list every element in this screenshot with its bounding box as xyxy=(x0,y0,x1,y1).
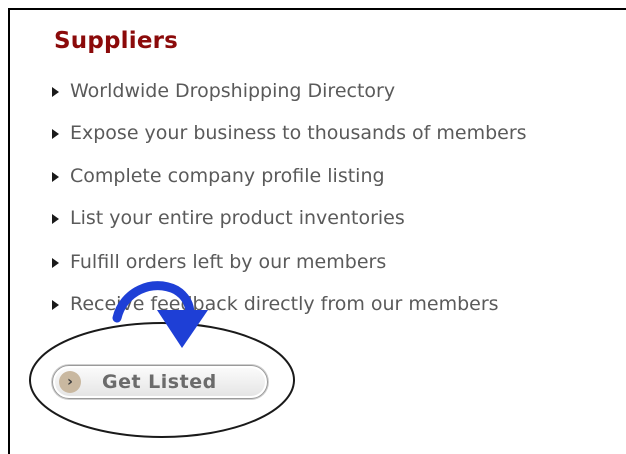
bullet-arrow-icon xyxy=(52,128,59,139)
bullet-arrow-icon xyxy=(52,171,59,182)
feature-item: Fulfill orders left by our members xyxy=(52,249,386,275)
bullet-arrow-icon xyxy=(52,213,59,224)
feature-item: Complete company profile listing xyxy=(52,163,385,189)
feature-text: Expose your business to thousands of mem… xyxy=(70,122,527,144)
feature-text: Worldwide Dropshipping Directory xyxy=(70,80,396,102)
feature-item: Worldwide Dropshipping Directory xyxy=(52,78,395,104)
feature-item: List your entire product inventories xyxy=(52,205,405,231)
bullet-arrow-icon xyxy=(52,257,59,268)
bullet-arrow-icon xyxy=(52,299,59,310)
chevron-right-icon: › xyxy=(59,371,81,393)
get-listed-label: Get Listed xyxy=(102,371,217,393)
feature-text: Fulfill orders left by our members xyxy=(70,251,387,273)
feature-item: Expose your business to thousands of mem… xyxy=(52,120,527,146)
feature-item: Receive feedback directly from our membe… xyxy=(52,291,499,317)
bullet-arrow-icon xyxy=(52,86,59,97)
section-title: Suppliers xyxy=(54,28,179,54)
feature-text: Complete company profile listing xyxy=(70,165,385,187)
feature-text: List your entire product inventories xyxy=(70,207,405,229)
get-listed-button[interactable]: › Get Listed xyxy=(52,365,268,399)
feature-text: Receive feedback directly from our membe… xyxy=(70,293,499,315)
